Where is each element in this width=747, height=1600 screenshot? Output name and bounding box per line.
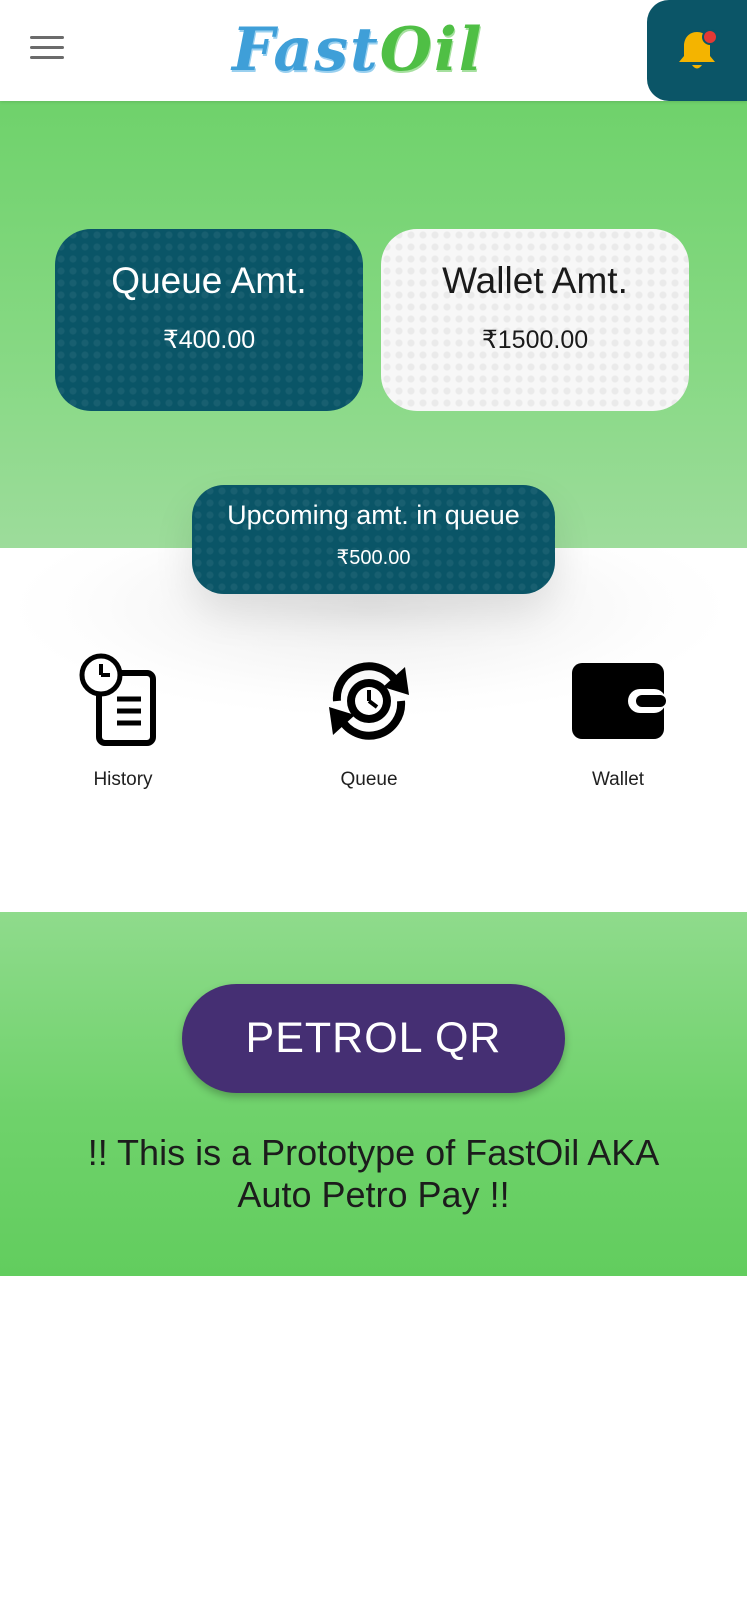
wallet-button[interactable]: Wallet bbox=[548, 651, 688, 791]
notification-bell-icon bbox=[679, 28, 718, 68]
history-button[interactable]: History bbox=[53, 651, 193, 791]
history-label: History bbox=[93, 769, 153, 790]
petrol-qr-section bbox=[0, 912, 747, 1276]
prototype-notice: !! This is a Prototype of FastOil AKA Au… bbox=[87, 1132, 660, 1215]
history-clipboard-icon bbox=[73, 651, 173, 751]
queue-button[interactable]: Queue bbox=[299, 651, 439, 791]
queue-label: Queue bbox=[340, 769, 398, 790]
wallet-icon bbox=[568, 651, 668, 751]
wallet-amount-card[interactable]: Wallet Amt. ₹1500.00 bbox=[381, 229, 689, 411]
queue-amount-value: ₹400.00 bbox=[162, 326, 256, 354]
upcoming-queue-value: ₹500.00 bbox=[336, 547, 411, 569]
wallet-label: Wallet bbox=[591, 769, 645, 790]
logo-fast-text: Fast bbox=[232, 15, 380, 85]
queue-clock-refresh-icon bbox=[319, 651, 419, 751]
app-header: Fast Oil bbox=[0, 0, 747, 101]
queue-amount-title: Queue Amt. bbox=[111, 260, 307, 301]
notification-button[interactable] bbox=[647, 0, 747, 101]
fastoil-logo: Fast Oil bbox=[232, 14, 484, 86]
logo-oil-text: Oil bbox=[379, 15, 484, 85]
queue-amount-card[interactable]: Queue Amt. ₹400.00 bbox=[55, 229, 363, 411]
wallet-amount-value: ₹1500.00 bbox=[481, 326, 589, 354]
upcoming-queue-title: Upcoming amt. in queue bbox=[227, 500, 520, 530]
upcoming-queue-card: Upcoming amt. in queue ₹500.00 bbox=[192, 485, 555, 594]
hamburger-menu-icon[interactable] bbox=[30, 36, 70, 66]
petrol-qr-button[interactable]: PETROL QR bbox=[182, 984, 565, 1093]
wallet-amount-title: Wallet Amt. bbox=[442, 260, 628, 301]
